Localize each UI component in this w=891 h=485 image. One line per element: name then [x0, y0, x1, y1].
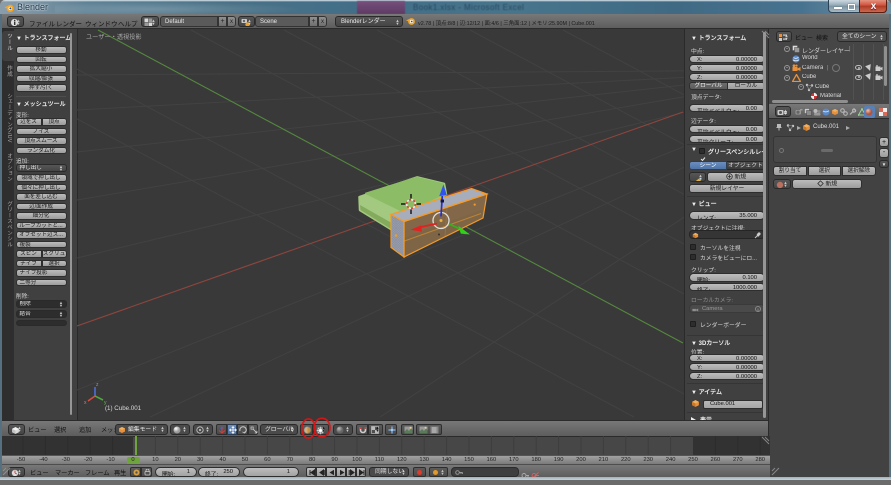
svg-text:(1) Cube.001: (1) Cube.001 — [105, 405, 142, 412]
svg-text:z: z — [96, 382, 99, 388]
svg-text:ユーザー・透視投影: ユーザー・透視投影 — [86, 33, 142, 41]
svg-text:x: x — [84, 400, 87, 406]
